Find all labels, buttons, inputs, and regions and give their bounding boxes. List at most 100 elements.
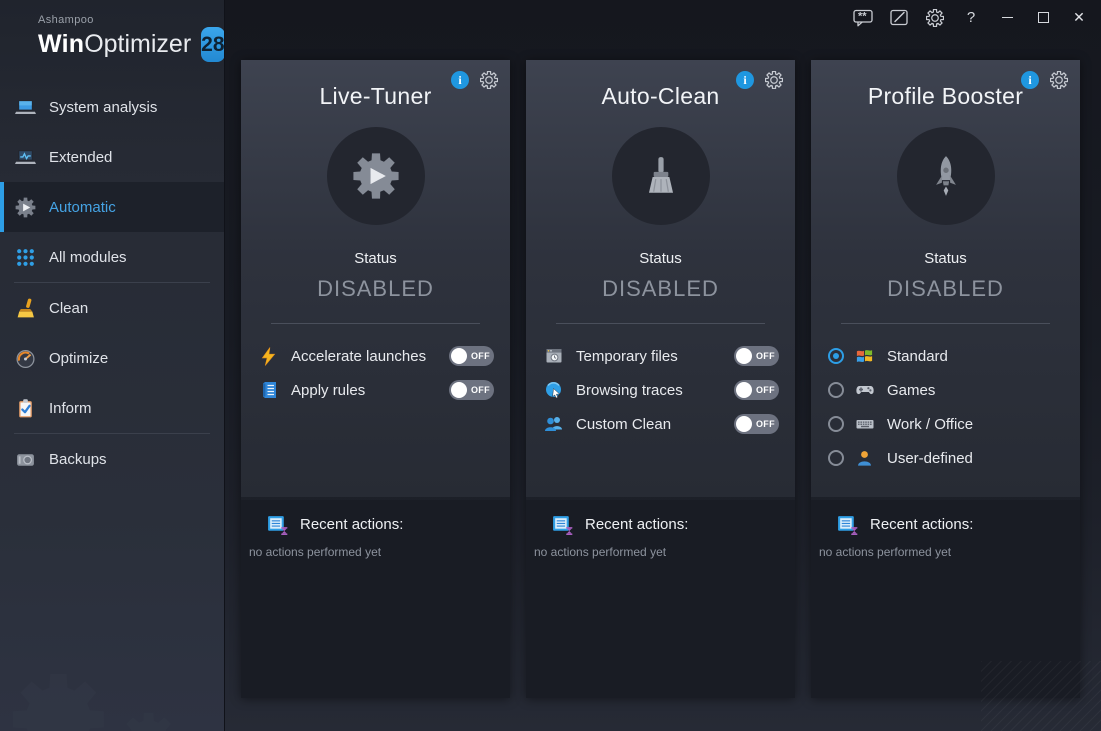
status-value: DISABLED xyxy=(241,276,510,302)
brand-name-light: Optimizer xyxy=(84,30,191,59)
clean-icon xyxy=(14,297,36,319)
toggle-label: Browsing traces xyxy=(576,382,734,399)
temporary-files-icon xyxy=(543,346,564,367)
close-button[interactable]: ✕ xyxy=(1061,0,1097,35)
backups-icon xyxy=(14,448,36,470)
profile-label: Standard xyxy=(887,348,1064,365)
profile-row: Standard xyxy=(828,339,1064,373)
recent-actions-label: Recent actions: xyxy=(870,516,973,533)
custom-clean-icon xyxy=(543,414,564,435)
sidebar-item-clean[interactable]: Clean xyxy=(0,283,224,333)
profile-label: Games xyxy=(887,382,1064,399)
broom-icon xyxy=(638,153,684,199)
profile-label: User-defined xyxy=(887,450,1064,467)
module-cards: i Live-Tuner Status DISABLED xyxy=(225,35,1101,698)
feedback-icon[interactable]: ** xyxy=(845,0,881,35)
recent-actions-panel: Recent actions: no actions performed yet xyxy=(811,500,1080,698)
toggle-row: Browsing traces OFF xyxy=(543,373,779,407)
status-label: Status xyxy=(811,250,1080,267)
status-value: DISABLED xyxy=(811,276,1080,302)
live-tuner-card: i Live-Tuner Status DISABLED xyxy=(241,60,510,698)
auto-clean-module-button[interactable] xyxy=(612,127,710,225)
auto-clean-card: i Auto-Clean Status DISABLED xyxy=(526,60,795,698)
toggle-row: Apply rules OFF xyxy=(258,373,494,407)
sidebar-item-label: All modules xyxy=(49,249,127,266)
rocket-icon xyxy=(923,153,969,199)
info-icon[interactable]: i xyxy=(451,71,469,89)
sidebar-item-system-analysis[interactable]: System analysis xyxy=(0,82,224,132)
profile-radio-standard[interactable] xyxy=(828,348,844,364)
recent-actions-icon xyxy=(551,513,574,536)
profile-booster-card-main: i Profile Booster Status DISABLED xyxy=(811,60,1080,497)
custom-clean-toggle[interactable]: OFF xyxy=(734,414,779,434)
lightning-icon xyxy=(258,346,279,367)
recent-actions-label: Recent actions: xyxy=(300,516,403,533)
windows-icon xyxy=(854,346,875,367)
profile-row: Games xyxy=(828,373,1064,407)
toggle-label: Custom Clean xyxy=(576,416,734,433)
auto-clean-card-main: i Auto-Clean Status DISABLED xyxy=(526,60,795,497)
maximize-button[interactable] xyxy=(1025,0,1061,35)
sidebar: Ashampoo WinOptimizer 28 System analysis… xyxy=(0,0,225,731)
profile-label: Work / Office xyxy=(887,416,1064,433)
notes-icon[interactable] xyxy=(881,0,917,35)
sidebar-item-backups[interactable]: Backups xyxy=(0,434,224,484)
apply-rules-toggle[interactable]: OFF xyxy=(449,380,494,400)
sidebar-item-label: System analysis xyxy=(49,99,157,116)
recent-actions-icon xyxy=(266,513,289,536)
sidebar-item-automatic[interactable]: Automatic xyxy=(0,182,224,232)
profile-radio-work-office[interactable] xyxy=(828,416,844,432)
browsing-traces-toggle[interactable]: OFF xyxy=(734,380,779,400)
version-badge: 28 xyxy=(201,27,224,62)
brand-company: Ashampoo xyxy=(38,14,224,26)
gamepad-icon xyxy=(854,380,875,401)
sidebar-item-label: Extended xyxy=(49,149,112,166)
profile-booster-card: i Profile Booster Status DISABLED xyxy=(811,60,1080,698)
system-analysis-icon xyxy=(14,96,36,118)
temporary-files-toggle[interactable]: OFF xyxy=(734,346,779,366)
recent-actions-panel: Recent actions: no actions performed yet xyxy=(526,500,795,698)
live-tuner-module-button[interactable] xyxy=(327,127,425,225)
extended-icon xyxy=(14,146,36,168)
automatic-icon xyxy=(14,196,36,218)
sidebar-nav: System analysis Extended Automatic All m… xyxy=(0,82,224,484)
profile-radio-games[interactable] xyxy=(828,382,844,398)
brand-name-bold: Win xyxy=(38,30,84,59)
sidebar-item-all-modules[interactable]: All modules xyxy=(0,232,224,282)
optimize-icon xyxy=(14,347,36,369)
sidebar-item-label: Inform xyxy=(49,400,92,417)
toggle-label: Temporary files xyxy=(576,348,734,365)
minimize-button[interactable] xyxy=(989,0,1025,35)
all-modules-icon xyxy=(14,246,36,268)
status-label: Status xyxy=(526,250,795,267)
status-label: Status xyxy=(241,250,510,267)
keyboard-icon xyxy=(854,414,875,435)
svg-text:**: ** xyxy=(858,10,867,22)
accelerate-launches-toggle[interactable]: OFF xyxy=(449,346,494,366)
info-icon[interactable]: i xyxy=(736,71,754,89)
profile-booster-module-button[interactable] xyxy=(897,127,995,225)
recent-actions-empty: no actions performed yet xyxy=(249,545,500,559)
toggle-row: Custom Clean OFF xyxy=(543,407,779,441)
recent-actions-label: Recent actions: xyxy=(585,516,688,533)
card-settings-gear-icon[interactable] xyxy=(765,71,783,89)
toggle-label: Apply rules xyxy=(291,382,449,399)
gear-play-icon xyxy=(352,152,400,200)
info-icon[interactable]: i xyxy=(1021,71,1039,89)
card-settings-gear-icon[interactable] xyxy=(1050,71,1068,89)
sidebar-item-optimize[interactable]: Optimize xyxy=(0,333,224,383)
recent-actions-icon xyxy=(836,513,859,536)
rules-icon xyxy=(258,380,279,401)
sidebar-item-label: Backups xyxy=(49,451,107,468)
help-icon[interactable]: ? xyxy=(953,0,989,35)
sidebar-item-inform[interactable]: Inform xyxy=(0,383,224,433)
status-value: DISABLED xyxy=(526,276,795,302)
inform-icon xyxy=(14,397,36,419)
profile-radio-user-defined[interactable] xyxy=(828,450,844,466)
recent-actions-panel: Recent actions: no actions performed yet xyxy=(241,500,510,698)
sidebar-item-extended[interactable]: Extended xyxy=(0,132,224,182)
sidebar-item-label: Automatic xyxy=(49,199,116,216)
card-settings-gear-icon[interactable] xyxy=(480,71,498,89)
profile-row: Work / Office xyxy=(828,407,1064,441)
settings-gear-icon[interactable] xyxy=(917,0,953,35)
